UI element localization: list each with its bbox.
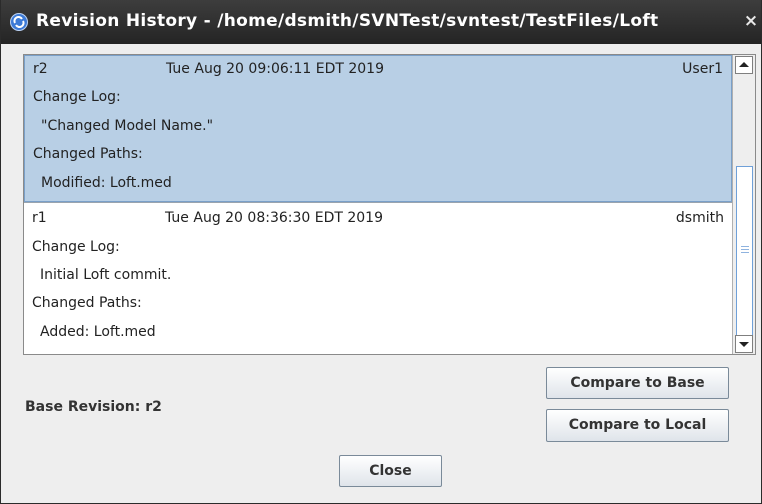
revision-number: r1 bbox=[32, 210, 47, 226]
scroll-down-arrow-icon[interactable] bbox=[735, 335, 753, 353]
compare-to-local-button[interactable]: Compare to Local bbox=[546, 409, 729, 442]
close-icon[interactable]: × bbox=[741, 10, 761, 32]
revision-number: r2 bbox=[33, 61, 48, 77]
change-log-message: "Changed Model Name." bbox=[41, 118, 214, 134]
revision-date: Tue Aug 20 09:06:11 EDT 2019 bbox=[166, 61, 384, 77]
compare-to-base-button[interactable]: Compare to Base bbox=[546, 367, 729, 399]
revision-author: dsmith bbox=[675, 210, 724, 226]
close-button[interactable]: Close bbox=[339, 455, 442, 487]
base-revision-label: Base Revision: r2 bbox=[25, 399, 162, 415]
changed-paths-label: Changed Paths: bbox=[32, 295, 142, 311]
revision-date: Tue Aug 20 08:36:30 EDT 2019 bbox=[165, 210, 383, 226]
change-log-label: Change Log: bbox=[32, 239, 120, 255]
revision-item[interactable]: r2 Tue Aug 20 09:06:11 EDT 2019 User1 Ch… bbox=[24, 55, 732, 202]
thumb-grip bbox=[741, 249, 749, 250]
thumb-grip bbox=[741, 246, 749, 247]
changed-path: Modified: Loft.med bbox=[41, 175, 172, 191]
window-title: Revision History - /home/dsmith/SVNTest/… bbox=[36, 11, 659, 31]
thumb-grip bbox=[741, 252, 749, 253]
revision-item[interactable]: r1 Tue Aug 20 08:36:30 EDT 2019 dsmith C… bbox=[24, 203, 732, 354]
change-log-message: Initial Loft commit. bbox=[40, 267, 172, 283]
vertical-scrollbar[interactable] bbox=[732, 55, 755, 354]
change-log-label: Change Log: bbox=[33, 89, 121, 105]
revision-history-dialog: Revision History - /home/dsmith/SVNTest/… bbox=[0, 0, 762, 504]
scroll-up-arrow-icon[interactable] bbox=[735, 56, 753, 74]
title-bar[interactable]: Revision History - /home/dsmith/SVNTest/… bbox=[1, 0, 761, 44]
revision-author: User1 bbox=[682, 61, 723, 77]
changed-path: Added: Loft.med bbox=[40, 324, 156, 340]
app-logo-icon bbox=[10, 13, 28, 31]
scrollbar-thumb[interactable] bbox=[736, 166, 753, 337]
revision-list[interactable]: r2 Tue Aug 20 09:06:11 EDT 2019 User1 Ch… bbox=[23, 54, 756, 355]
changed-paths-label: Changed Paths: bbox=[33, 146, 143, 162]
